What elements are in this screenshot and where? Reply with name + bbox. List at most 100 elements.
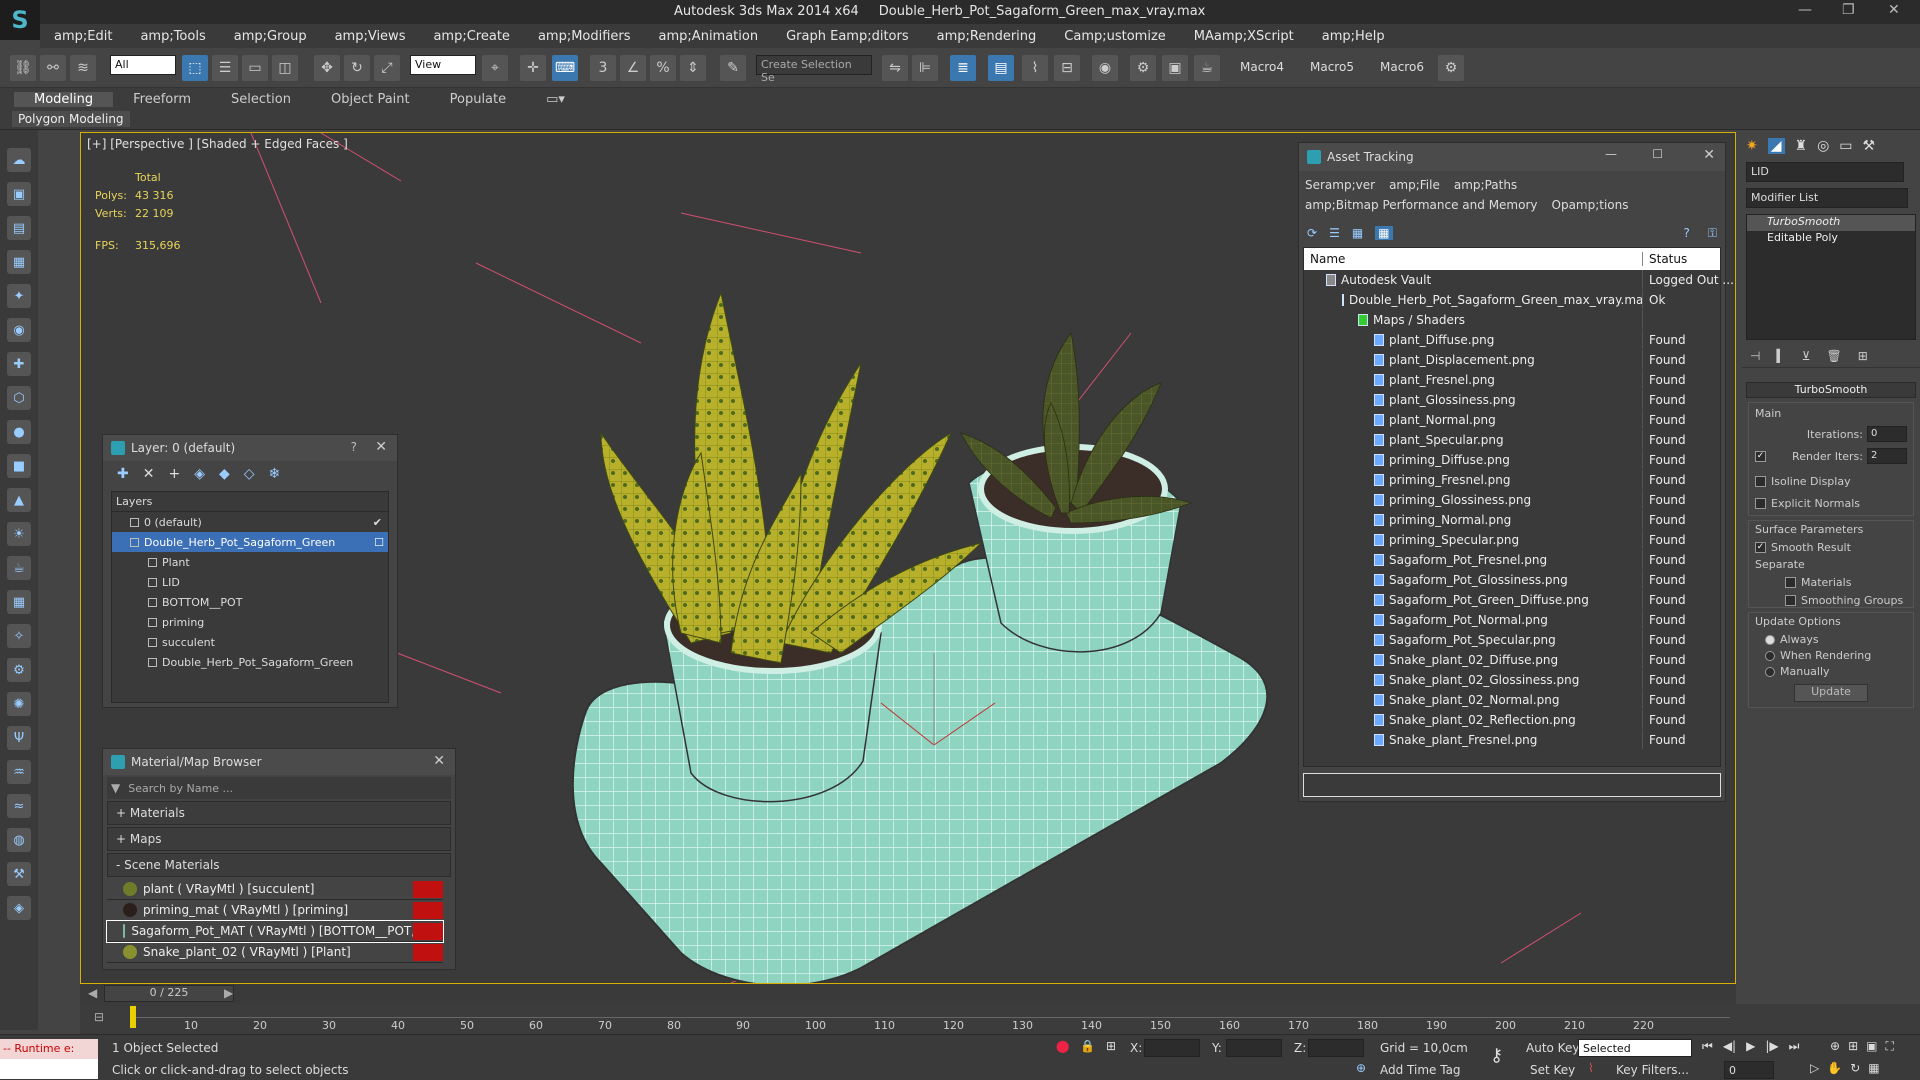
x-coord-field[interactable] [1144,1039,1200,1057]
column-status[interactable]: Status [1643,252,1687,266]
table-row[interactable]: Snake_plant_02_Diffuse.png Found [1304,650,1720,670]
material-editor-icon[interactable]: ◉ [1092,55,1118,81]
menu-item-8[interactable]: amp;Rendering [923,29,1051,44]
mirror-icon[interactable]: ⇋ [882,55,908,81]
orbit-icon[interactable]: ↻ [1850,1061,1860,1075]
table-row[interactable]: Snake_plant_02_Normal.png Found [1304,690,1720,710]
set-current-layer-icon[interactable]: ☐ [374,536,384,549]
tab-freeform[interactable]: Freeform [113,92,211,107]
render-setup-icon[interactable]: ⚙ [1130,55,1156,81]
menu-file[interactable]: amp;File [1389,178,1440,192]
zoom-extents-icon[interactable]: ▣ [1866,1039,1877,1054]
table-row[interactable]: priming_Diffuse.png Found [1304,450,1720,470]
layer-manager-icon[interactable]: ≣ [950,55,976,81]
prev-frame-icon[interactable]: ◀ [88,986,97,1000]
hierarchy-tab-icon[interactable]: ♜ [1795,138,1808,154]
spinner-snap-icon[interactable]: ⇕ [680,55,706,81]
search-input[interactable]: Search by Name ... [128,782,233,795]
utilities-tab-icon[interactable]: ⚒ [1863,138,1876,154]
table-row[interactable]: plant_Normal.png Found [1304,410,1720,430]
menu-item-10[interactable]: MAamp;XScript [1180,29,1308,44]
highlight-layer-icon[interactable]: ◆ [219,466,230,482]
add-time-tag-button[interactable]: Add Time Tag [1380,1063,1461,1077]
table-row[interactable]: Sagaform_Pot_Glossiness.png Found [1304,570,1720,590]
display-tab-icon[interactable]: ▭ [1839,138,1852,154]
angle-snap-icon[interactable]: ∠ [620,55,646,81]
layer-row[interactable]: succulent [112,632,388,652]
material-browser-header[interactable]: Material/Map Browser ✕ [103,749,455,775]
gear-icon[interactable]: ⚙ [1438,55,1464,81]
add-to-layer-icon[interactable]: + [168,466,180,482]
make-unique-icon[interactable]: ⊻ [1802,349,1811,363]
asset-tracking-header[interactable]: Asset Tracking — ☐ ✕ [1299,143,1725,171]
move-icon[interactable]: ✥ [314,55,340,81]
always-radio[interactable] [1765,634,1775,645]
help-icon[interactable]: ? [1683,226,1689,240]
render-iters-checkbox[interactable]: ✓ [1755,450,1766,462]
turbosmooth-rollout[interactable]: TurboSmooth [1746,382,1916,398]
cone-icon[interactable]: ▲ [7,488,31,512]
field-of-view-icon[interactable]: ▷ [1810,1061,1819,1075]
asset-path-field[interactable] [1303,773,1721,797]
viewport-icon[interactable]: ☁ [7,148,31,172]
menu-item-3[interactable]: amp;Views [321,29,420,44]
macro5-button[interactable]: Macro5 [1310,60,1354,74]
particle-icon[interactable]: ✺ [7,692,31,716]
thumbnail-icon[interactable]: ▦ [1352,226,1363,240]
tools-icon[interactable]: ⚒ [7,862,31,886]
manually-radio[interactable] [1765,666,1775,677]
camera-icon[interactable]: ◉ [7,318,31,342]
spacewarp-icon[interactable]: ✧ [7,624,31,648]
refresh-icon[interactable]: ⟳ [1307,226,1317,240]
column-name[interactable]: Name [1304,252,1643,266]
time-slider[interactable]: ◀ 0 / 225 ▶ [80,984,1736,1004]
layer-row[interactable]: Plant [112,552,388,572]
box-icon[interactable]: ■ [7,454,31,478]
maps-section[interactable]: + Maps [107,827,451,851]
layer-row[interactable]: BOTTOM__POT [112,592,388,612]
menu-item-11[interactable]: amp;Help [1308,29,1399,44]
zoom-all-icon[interactable]: ⊞ [1848,1039,1858,1054]
layer-row[interactable]: LID [112,572,388,592]
close-icon[interactable]: ✕ [375,439,387,455]
iterations-field[interactable]: 0 [1867,426,1907,442]
unlink-icon[interactable]: ⚯ [40,55,66,81]
menu-options[interactable]: Opamp;tions [1552,198,1629,212]
tab-selection[interactable]: Selection [211,92,311,107]
table-row[interactable]: Sagaform_Pot_Green_Diffuse.png Found [1304,590,1720,610]
table-row[interactable]: Double_Herb_Pot_Sagaform_Green_max_vray.… [1304,290,1720,310]
tab-modeling[interactable]: Modeling [14,91,114,107]
smooth-result-checkbox[interactable]: ✓ [1755,542,1766,553]
teapot-icon[interactable]: ☕ [7,556,31,580]
configure-sets-icon[interactable]: ⊞ [1858,349,1868,363]
rotate-icon[interactable]: ↻ [344,55,370,81]
table-row[interactable]: Autodesk Vault Logged Out ... [1304,270,1734,290]
pan-icon[interactable]: ✋ [1827,1061,1842,1075]
snap-3d-icon[interactable]: 3 [590,55,616,81]
shapes-icon[interactable]: ⬡ [7,386,31,410]
menu-item-0[interactable]: amp;Edit [40,29,126,44]
close-icon[interactable]: ✕ [1703,147,1715,163]
tab-populate[interactable]: Populate [430,92,527,107]
search-options-icon[interactable]: ▼ [111,781,120,795]
align-icon[interactable]: ⊫ [912,55,938,81]
remove-modifier-icon[interactable]: 🗑 [1826,349,1841,363]
layer-row[interactable]: 0 (default) ✔ [112,512,388,532]
play-icon[interactable]: ▶ [1746,1039,1755,1054]
menu-bitmap-performance[interactable]: amp;Bitmap Performance and Memory [1305,198,1538,212]
stack-item-editable-poly[interactable]: Editable Poly [1747,231,1915,247]
minimize-icon[interactable]: — [1605,147,1617,161]
table-row[interactable]: plant_Glossiness.png Found [1304,390,1720,410]
table-row[interactable]: Maps / Shaders [1304,310,1720,330]
menu-item-1[interactable]: amp;Tools [126,29,219,44]
zoom-icon[interactable]: ⊕ [1830,1039,1840,1054]
table-row[interactable]: priming_Glossiness.png Found [1304,490,1720,510]
render-icon[interactable]: ▣ [7,182,31,206]
window-crossing-icon[interactable]: ◫ [272,55,298,81]
layer-row[interactable]: Double_Herb_Pot_Sagaform_Green [112,652,388,672]
material-row[interactable]: Snake_plant_02 ( VRayMtl ) [Plant] [107,942,443,963]
table-row[interactable]: plant_Specular.png Found [1304,430,1720,450]
macro4-button[interactable]: Macro4 [1240,60,1284,74]
material-row[interactable]: plant ( VRayMtl ) [succulent] [107,879,443,900]
maxscript-input[interactable] [0,1059,98,1079]
